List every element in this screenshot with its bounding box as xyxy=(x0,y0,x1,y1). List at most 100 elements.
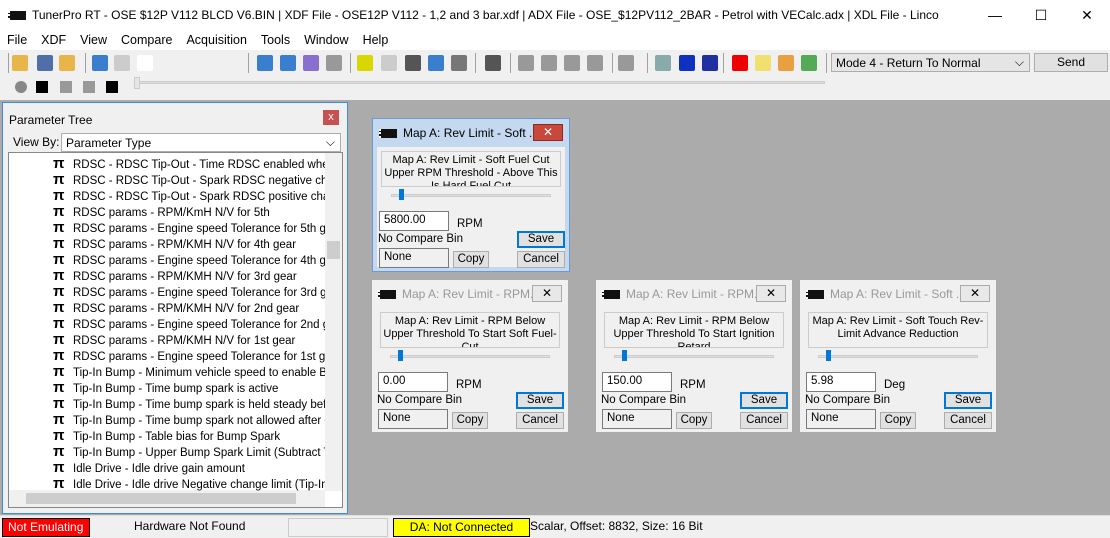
plug-icon[interactable] xyxy=(485,55,501,71)
notepad-icon[interactable] xyxy=(755,55,771,71)
info-window-icon[interactable] xyxy=(303,55,319,71)
tree-item[interactable]: π RDSC params - RPM/KMH N/V for 1st gear xyxy=(9,332,325,348)
swap-arrows-icon[interactable] xyxy=(679,55,695,71)
cancel-button[interactable]: Cancel xyxy=(516,412,564,429)
menu-acquisition[interactable]: Acquisition xyxy=(179,33,253,47)
slider-thumb[interactable] xyxy=(826,350,831,361)
value-slider[interactable] xyxy=(818,355,978,358)
pause-icon[interactable] xyxy=(60,81,72,93)
save-button[interactable]: Save xyxy=(516,392,564,409)
save-button[interactable]: Save xyxy=(517,231,565,248)
pages-icon[interactable] xyxy=(587,55,603,71)
tree-item[interactable]: π RDSC params - Engine speed Tolerance fo… xyxy=(9,252,325,268)
value-input[interactable]: 0.00 xyxy=(378,372,448,392)
tree-item[interactable]: π Tip-In Bump - Table bias for Bump Spark xyxy=(9,428,325,444)
view-by-select[interactable]: Parameter Type ⌵ xyxy=(61,133,341,152)
tree-item[interactable]: π RDSC params - RPM/KmH N/V for 5th xyxy=(9,204,325,220)
menu-view[interactable]: View xyxy=(73,33,114,47)
value-input[interactable]: 5.98 xyxy=(806,372,876,392)
tree-item[interactable]: π Idle Drive - Idle drive gain amount xyxy=(9,460,325,476)
mode-select[interactable]: Mode 4 - Return To Normal ⌵ xyxy=(831,53,1030,72)
table-view-icon[interactable] xyxy=(257,55,273,71)
tree-item[interactable]: π Tip-In Bump - Upper Bump Spark Limit (S… xyxy=(9,444,325,460)
calculator-icon[interactable] xyxy=(451,55,467,71)
horizontal-scrollbar[interactable] xyxy=(9,490,325,507)
playback-slider-thumb[interactable] xyxy=(134,77,140,89)
tree-item[interactable]: π RDSC - RDSC Tip-Out - Spark RDSC positi… xyxy=(9,188,325,204)
cancel-button[interactable]: Cancel xyxy=(517,251,565,268)
menu-xdf[interactable]: XDF xyxy=(34,33,73,47)
value-slider[interactable] xyxy=(391,194,551,197)
tree-item[interactable]: π RDSC - RDSC Tip-Out - Time RDSC enabled… xyxy=(9,156,325,172)
stop-icon[interactable] xyxy=(83,81,95,93)
chip-icon[interactable] xyxy=(618,55,634,71)
menu-tools[interactable]: Tools xyxy=(254,33,297,47)
slider-thumb[interactable] xyxy=(398,350,403,361)
tree-item[interactable]: π RDSC params - RPM/KMH N/V for 4th gear xyxy=(9,236,325,252)
scrollbar-thumb[interactable] xyxy=(327,241,340,259)
maximize-button[interactable]: ☐ xyxy=(1018,0,1064,30)
save-icon[interactable] xyxy=(37,55,53,71)
compare-scale-icon[interactable] xyxy=(405,55,421,71)
globe-info-icon[interactable] xyxy=(778,55,794,71)
monitor-icon[interactable] xyxy=(326,55,342,71)
split-view-icon[interactable] xyxy=(280,55,296,71)
binary-icon[interactable] xyxy=(357,55,373,71)
save-button[interactable]: Save xyxy=(944,392,992,409)
add-icon[interactable] xyxy=(114,55,130,71)
new-file-icon[interactable] xyxy=(137,55,153,71)
cancel-button[interactable]: Cancel xyxy=(944,412,992,429)
playback-slider[interactable] xyxy=(135,81,825,84)
menu-file[interactable]: File xyxy=(0,33,34,47)
value-input[interactable]: 5800.00 xyxy=(379,211,449,231)
folder-up-icon[interactable] xyxy=(59,55,75,71)
tree-item[interactable]: π RDSC params - RPM/KMH N/V for 3rd gear xyxy=(9,268,325,284)
tree-item[interactable]: π RDSC params - RPM/KMH N/V for 2nd gear xyxy=(9,300,325,316)
tree-item[interactable]: π RDSC params - Engine speed Tolerance fo… xyxy=(9,348,325,364)
dialog-close-button[interactable]: ✕ xyxy=(960,285,990,302)
slider-thumb[interactable] xyxy=(622,350,627,361)
tree-item[interactable]: π RDSC params - Engine speed Tolerance fo… xyxy=(9,316,325,332)
gears-icon[interactable] xyxy=(655,55,671,71)
value-slider[interactable] xyxy=(614,355,774,358)
value-slider[interactable] xyxy=(390,355,550,358)
copy-button[interactable]: Copy xyxy=(453,251,489,268)
dialog-close-button[interactable]: ✕ xyxy=(533,124,563,141)
arrow-up-icon[interactable] xyxy=(518,55,534,71)
arrow-down-icon[interactable] xyxy=(541,55,557,71)
minimize-button[interactable]: — xyxy=(972,0,1018,30)
open-icon[interactable] xyxy=(12,55,28,71)
tree-item[interactable]: π Tip-In Bump - Time bump spark not allow… xyxy=(9,412,325,428)
bar-chart-icon[interactable] xyxy=(801,55,817,71)
menu-help[interactable]: Help xyxy=(356,33,396,47)
dialog-close-button[interactable]: ✕ xyxy=(756,285,786,302)
send-button[interactable]: Send xyxy=(1034,53,1108,72)
play-icon[interactable] xyxy=(36,81,48,93)
slider-thumb[interactable] xyxy=(399,189,404,200)
close-button[interactable]: ✕ xyxy=(1064,0,1110,30)
circle-icon[interactable] xyxy=(564,55,580,71)
tree-item[interactable]: π Tip-In Bump - Minimum vehicle speed to … xyxy=(9,364,325,380)
tree-item[interactable]: π Tip-In Bump - Time bump spark is active xyxy=(9,380,325,396)
tree-item[interactable]: π Tip-In Bump - Time bump spark is held s… xyxy=(9,396,325,412)
eject-icon[interactable] xyxy=(106,81,118,93)
record-icon[interactable] xyxy=(15,81,27,93)
menu-window[interactable]: Window xyxy=(297,33,355,47)
tree-item[interactable]: π Idle Drive - Idle drive Negative change… xyxy=(9,476,325,492)
save-button[interactable]: Save xyxy=(740,392,788,409)
panel-close-button[interactable]: x xyxy=(323,110,339,125)
scrollbar-thumb[interactable] xyxy=(26,493,296,504)
copy-button[interactable]: Copy xyxy=(880,412,916,429)
cancel-button[interactable]: Cancel xyxy=(740,412,788,429)
vertical-scrollbar[interactable] xyxy=(325,153,342,491)
table-arrow-icon[interactable] xyxy=(702,55,718,71)
copy-button[interactable]: Copy xyxy=(676,412,712,429)
search-icon[interactable] xyxy=(381,55,397,71)
menu-compare[interactable]: Compare xyxy=(114,33,179,47)
tree-item[interactable]: π RDSC - RDSC Tip-Out - Spark RDSC negati… xyxy=(9,172,325,188)
tree-item[interactable]: π RDSC params - Engine speed Tolerance fo… xyxy=(9,220,325,236)
copy-button[interactable]: Copy xyxy=(452,412,488,429)
record-target-icon[interactable] xyxy=(732,55,748,71)
export-icon[interactable] xyxy=(92,55,108,71)
value-input[interactable]: 150.00 xyxy=(602,372,672,392)
